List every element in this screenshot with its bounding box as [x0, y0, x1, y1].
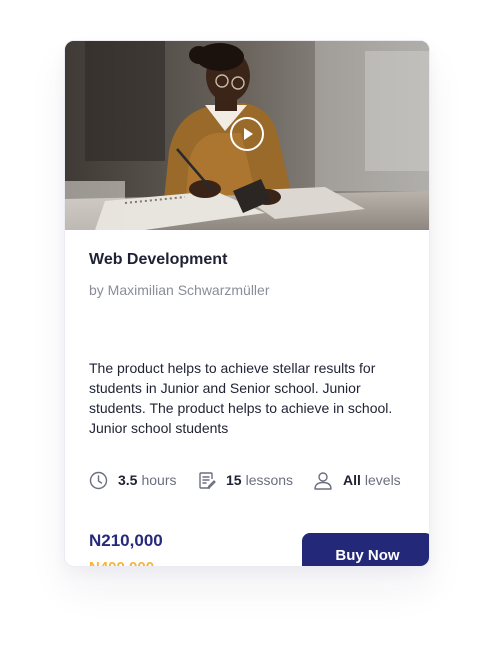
original-price: N400,000: [89, 559, 154, 566]
lessons-meta: 15 lessons: [198, 470, 293, 490]
buy-now-button[interactable]: Buy Now: [302, 533, 429, 566]
document-edit-icon: [199, 471, 216, 489]
course-title[interactable]: Web Development: [89, 251, 227, 269]
duration-unit: hours: [141, 472, 177, 488]
course-thumbnail[interactable]: [65, 41, 429, 230]
play-button[interactable]: [230, 117, 264, 151]
course-meta: 3.5 hours 15 lessons All levels: [89, 470, 409, 492]
level-unit: levels: [364, 472, 401, 488]
course-description-text: The product helps to achieve stellar res…: [89, 360, 393, 436]
current-price: N210,000: [89, 531, 163, 550]
user-icon: [314, 471, 332, 490]
course-card[interactable]: Web Development by Maximilian Schwarzmül…: [64, 40, 430, 567]
play-icon: [244, 128, 253, 140]
level-meta: All levels: [313, 470, 401, 490]
clock-icon: [89, 471, 108, 489]
lessons-unit: lessons: [245, 472, 294, 488]
level-value: All: [343, 472, 361, 488]
duration-meta: 3.5 hours: [89, 470, 177, 490]
lessons-value: 15: [226, 472, 242, 488]
duration-value: 3.5: [118, 472, 138, 488]
course-description: The product helps to achieve stellar res…: [89, 358, 409, 438]
course-author: by Maximilian Schwarzmüller: [89, 282, 270, 298]
